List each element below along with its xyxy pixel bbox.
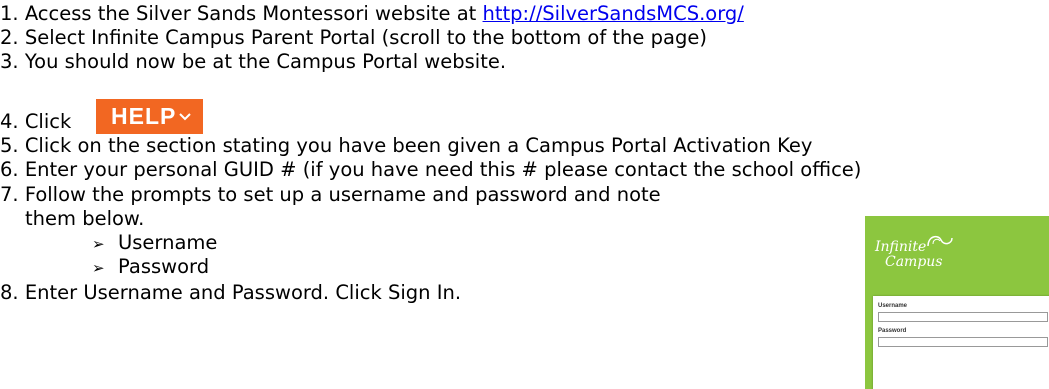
- arrow-bullet-icon: ➢: [92, 235, 105, 253]
- step-5-number: 5.: [0, 134, 19, 157]
- step-8-text: Enter Username and Password. Click Sign …: [24, 281, 462, 304]
- password-label: Password: [878, 328, 907, 334]
- step-4: 4. Click: [0, 110, 71, 134]
- help-button-label: HELP: [111, 103, 177, 129]
- step-4-text: Click: [24, 110, 72, 133]
- password-field[interactable]: [878, 337, 1048, 347]
- logo-swirl-icon: [927, 235, 953, 247]
- step-7-number: 7.: [0, 183, 19, 206]
- step-5-text: Click on the section stating you have be…: [24, 134, 813, 157]
- step-8-number: 8.: [0, 281, 19, 304]
- step-2: 2. Select Infinite Campus Parent Portal …: [0, 26, 707, 50]
- step-8: 8. Enter Username and Password. Click Si…: [0, 281, 461, 305]
- step-3: 3. You should now be at the Campus Porta…: [0, 50, 506, 74]
- username-label: Username: [878, 303, 908, 309]
- step-2-number: 2.: [0, 26, 19, 49]
- help-button[interactable]: HELP: [96, 99, 203, 134]
- step-3-number: 3.: [0, 50, 19, 73]
- username-field[interactable]: [878, 312, 1048, 322]
- school-website-link[interactable]: http://SilverSandsMCS.org/: [483, 2, 744, 25]
- step-7-text-line2: them below.: [25, 207, 145, 230]
- login-panel: Username Password: [873, 296, 1049, 389]
- credential-item-username: ➢ Username: [92, 231, 217, 256]
- step-7-text: Follow the prompts to set up a username …: [24, 183, 661, 206]
- credential-label: Password: [118, 255, 210, 278]
- step-7-continued: them below.: [25, 207, 144, 231]
- step-1-number: 1.: [0, 2, 19, 25]
- step-2-text: Select Infinite Campus Parent Portal (sc…: [24, 26, 707, 49]
- credential-label: Username: [118, 231, 218, 254]
- step-4-number: 4.: [0, 110, 19, 133]
- step-6: 6. Enter your personal GUID # (if you ha…: [0, 158, 861, 182]
- logo-line-1: Infinite: [875, 239, 927, 255]
- step-1-text: Access the Silver Sands Montessori websi…: [24, 2, 483, 25]
- step-6-text: Enter your personal GUID # (if you have …: [24, 158, 862, 181]
- chevron-down-icon: [179, 113, 191, 121]
- logo-line-2: Campus: [885, 254, 943, 270]
- step-3-text: You should now be at the Campus Portal w…: [24, 50, 507, 73]
- step-5: 5. Click on the section stating you have…: [0, 134, 812, 158]
- step-1: 1. Access the Silver Sands Montessori we…: [0, 2, 744, 26]
- portal-login-thumbnail: Infinite Campus Username Password: [865, 216, 1049, 389]
- arrow-bullet-icon: ➢: [92, 259, 105, 277]
- step-7: 7. Follow the prompts to set up a userna…: [0, 183, 661, 207]
- step-6-number: 6.: [0, 158, 19, 181]
- credential-item-password: ➢ Password: [92, 255, 209, 280]
